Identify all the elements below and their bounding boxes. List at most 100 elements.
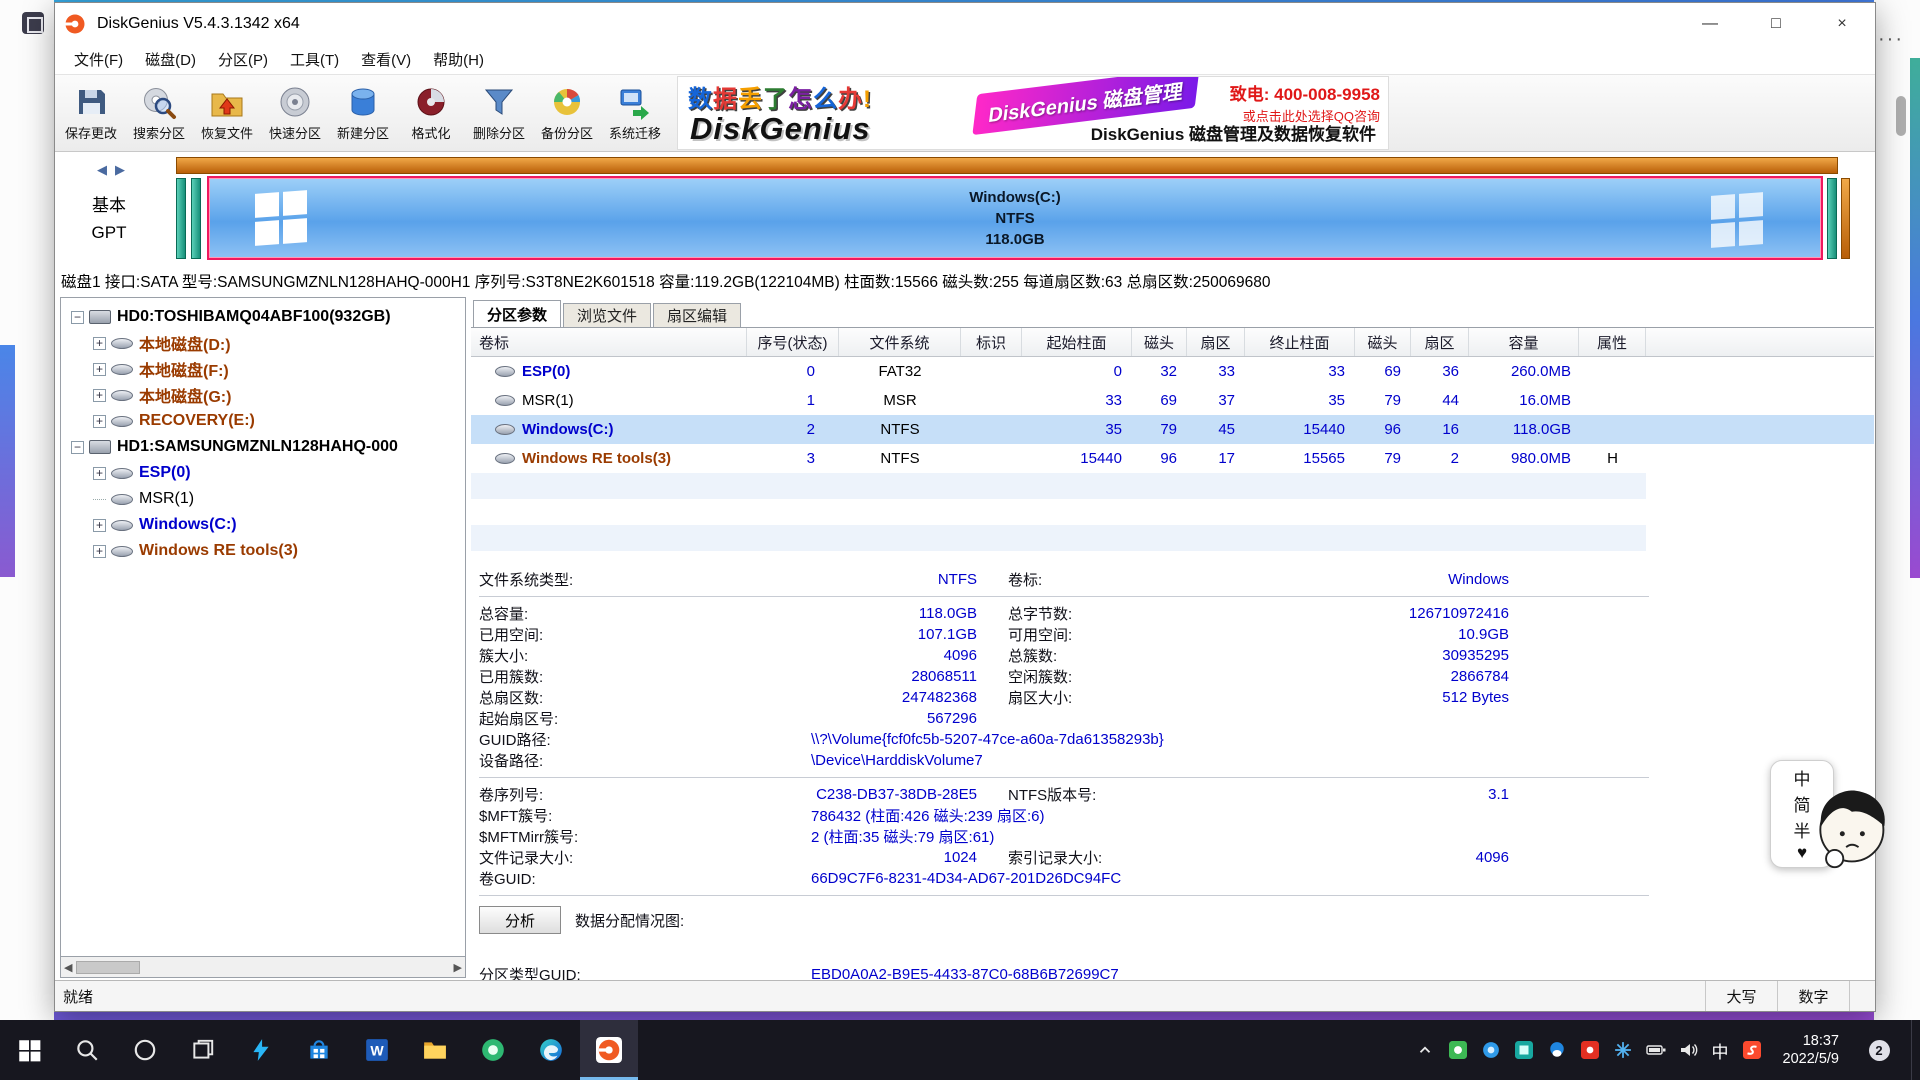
column-header-0[interactable]: 卷标 xyxy=(471,328,747,356)
column-header-10[interactable]: 容量 xyxy=(1469,328,1579,356)
pinned-app-store-icon[interactable] xyxy=(290,1020,348,1080)
column-header-11[interactable]: 属性 xyxy=(1579,328,1646,356)
expand-icon[interactable]: + xyxy=(93,415,106,428)
cortana-button[interactable] xyxy=(116,1020,174,1080)
input-language-indicator[interactable]: 中 xyxy=(1712,1038,1729,1063)
start-button[interactable] xyxy=(0,1020,58,1080)
toolbar-new-partition-button[interactable]: 新建分区 xyxy=(329,77,397,149)
partition-block-msr[interactable] xyxy=(191,178,201,259)
tree-item-label: ESP(0) xyxy=(139,464,191,482)
menu-item-3[interactable]: 工具(T) xyxy=(279,49,350,70)
menu-item-2[interactable]: 分区(P) xyxy=(207,49,279,70)
scroll-thumb[interactable] xyxy=(76,961,140,974)
tray-green-app-icon[interactable] xyxy=(1448,1040,1468,1060)
column-header-1[interactable]: 序号(状态) xyxy=(747,328,839,356)
taskbar-app-diskgenius[interactable] xyxy=(580,1020,638,1080)
column-header-9[interactable]: 扇区 xyxy=(1411,328,1469,356)
menu-item-4[interactable]: 查看(V) xyxy=(350,49,422,70)
tree-item-local-disk-g[interactable]: +本地磁盘(G:) xyxy=(61,382,465,408)
ime-widget[interactable]: 中简半♥ xyxy=(1770,758,1892,872)
tray-qq-icon[interactable] xyxy=(1547,1040,1567,1060)
minimize-button[interactable]: — xyxy=(1677,3,1743,45)
partition-row-esp[interactable]: ESP(0)0FAT3203233336936260.0MB xyxy=(471,357,1874,386)
toolbar-quick-partition-button[interactable]: 快速分区 xyxy=(261,77,329,149)
menu-item-1[interactable]: 磁盘(D) xyxy=(134,49,207,70)
tray-ime-red-icon[interactable] xyxy=(1742,1040,1762,1060)
toolbar-delete-partition-button[interactable]: 删除分区 xyxy=(465,77,533,149)
column-header-2[interactable]: 文件系统 xyxy=(839,328,961,356)
tree-hscrollbar[interactable]: ◀ ▶ xyxy=(61,956,465,977)
pinned-app-word-icon[interactable]: W xyxy=(348,1020,406,1080)
toolbar-system-migrate-button[interactable]: 系统迁移 xyxy=(601,77,669,149)
partition-row-msr[interactable]: MSR(1)1MSR33693735794416.0MB xyxy=(471,386,1874,415)
toolbar-recover-button[interactable]: 恢复文件 xyxy=(193,77,261,149)
battery-icon[interactable] xyxy=(1646,1040,1666,1060)
show-desktop-button[interactable] xyxy=(1911,1020,1918,1080)
disk-nav-arrows[interactable]: ◀▶ xyxy=(97,162,133,178)
partition-block-windows-c[interactable]: Windows(C:) NTFS 118.0GB xyxy=(207,176,1823,260)
column-header-7[interactable]: 终止柱面 xyxy=(1245,328,1355,356)
partition-block-re-tools[interactable] xyxy=(1827,178,1837,259)
tree-item-esp-0[interactable]: + ESP(0) xyxy=(61,460,465,486)
toolbar-search-button[interactable]: 搜索分区 xyxy=(125,77,193,149)
expand-icon[interactable]: + xyxy=(93,519,106,532)
scroll-left-icon[interactable]: ◀ xyxy=(64,961,72,974)
menu-item-5[interactable]: 帮助(H) xyxy=(422,49,495,70)
tab-2[interactable]: 扇区编辑 xyxy=(653,303,741,327)
maximize-button[interactable]: □ xyxy=(1743,3,1809,45)
prev-disk-icon[interactable]: ◀ xyxy=(97,162,115,177)
taskbar-clock[interactable]: 18:372022/5/9 xyxy=(1775,1032,1847,1068)
pinned-app-explorer-icon[interactable] xyxy=(406,1020,464,1080)
toolbar-backup-partition-button[interactable]: 备份分区 xyxy=(533,77,601,149)
column-header-8[interactable]: 磁头 xyxy=(1355,328,1411,356)
tree-item-windows-re-tools[interactable]: +Windows RE tools(3) xyxy=(61,538,465,564)
tray-snowflake-icon[interactable] xyxy=(1613,1040,1633,1060)
tab-1[interactable]: 浏览文件 xyxy=(563,303,651,327)
tree-item-recovery-e[interactable]: +RECOVERY(E:) xyxy=(61,408,465,434)
close-button[interactable]: × xyxy=(1809,3,1875,45)
expand-icon[interactable]: + xyxy=(93,389,106,402)
tree-item-hd1[interactable]: −HD1:SAMSUNGMZNLN128HAHQ-000 xyxy=(61,434,465,460)
collapse-icon[interactable]: − xyxy=(71,311,84,324)
pinned-app-edge-icon[interactable] xyxy=(522,1020,580,1080)
detail-value: \\?\Volume{fcf0fc5b-5207-47ce-a60a-7da61… xyxy=(719,731,1164,748)
menu-item-0[interactable]: 文件(F) xyxy=(63,49,134,70)
expand-icon[interactable]: + xyxy=(93,545,106,558)
scroll-right-icon[interactable]: ▶ xyxy=(454,961,462,974)
tray-teal-app-icon[interactable] xyxy=(1514,1040,1534,1060)
toolbar-save-button[interactable]: 保存更改 xyxy=(57,77,125,149)
title-bar[interactable]: DiskGenius V5.4.3.1342 x64 — □ × xyxy=(55,3,1875,45)
column-header-4[interactable]: 起始柱面 xyxy=(1022,328,1132,356)
column-header-6[interactable]: 扇区 xyxy=(1187,328,1245,356)
tab-0[interactable]: 分区参数 xyxy=(473,300,561,327)
tray-red-app-icon[interactable] xyxy=(1580,1040,1600,1060)
pinned-app-green-browser-icon[interactable] xyxy=(464,1020,522,1080)
expand-icon[interactable]: + xyxy=(93,337,106,350)
next-disk-icon[interactable]: ▶ xyxy=(115,162,133,177)
hidden-icons-chevron-icon[interactable] xyxy=(1415,1040,1435,1060)
column-header-5[interactable]: 磁头 xyxy=(1132,328,1187,356)
tree-item-hd0[interactable]: −HD0:TOSHIBAMQ04ABF100(932GB) xyxy=(61,304,465,330)
column-header-3[interactable]: 标识 xyxy=(961,328,1022,356)
task-view-button[interactable] xyxy=(174,1020,232,1080)
promo-banner[interactable]: 数据丢了怎么办! DiskGenius DiskGenius 磁盘管理 致电: … xyxy=(677,76,1389,150)
search-taskbar-button[interactable] xyxy=(58,1020,116,1080)
partition-row-windows-re-tools[interactable]: Windows RE tools(3)3NTFS1544096171556579… xyxy=(471,444,1874,473)
tray-blue-circle-icon[interactable] xyxy=(1481,1040,1501,1060)
more-options-icon[interactable]: ··· xyxy=(1878,28,1904,51)
background-scrollbar[interactable] xyxy=(1896,96,1906,136)
pinned-app-bolt-icon[interactable] xyxy=(232,1020,290,1080)
tree-item-local-disk-f[interactable]: +本地磁盘(F:) xyxy=(61,356,465,382)
partition-row-windows-c[interactable]: Windows(C:)2NTFS357945154409616118.0GB xyxy=(471,415,1874,444)
partition-block-esp[interactable] xyxy=(176,178,186,259)
tree-item-local-disk-d[interactable]: +本地磁盘(D:) xyxy=(61,330,465,356)
tree-item-windows-c[interactable]: +Windows(C:) xyxy=(61,512,465,538)
expand-icon[interactable]: + xyxy=(93,363,106,376)
collapse-icon[interactable]: − xyxy=(71,441,84,454)
action-center-button[interactable]: 2 xyxy=(1860,1020,1898,1080)
expand-icon[interactable]: + xyxy=(93,467,106,480)
volume-icon[interactable] xyxy=(1679,1040,1699,1060)
tree-item-msr-1[interactable]: MSR(1) xyxy=(61,486,465,512)
toolbar-format-button[interactable]: 格式化 xyxy=(397,77,465,149)
analyze-button[interactable]: 分析 xyxy=(479,906,561,934)
